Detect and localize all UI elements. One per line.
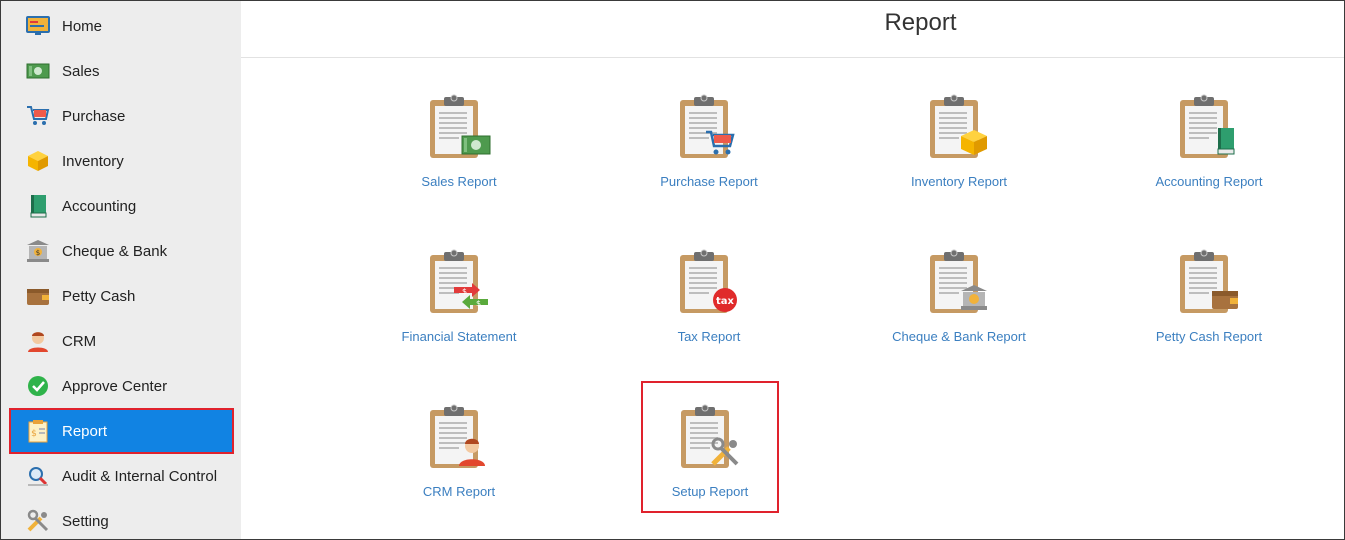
accounting-report-icon — [1174, 92, 1235, 162]
petty-cash-report-tile[interactable]: Petty Cash Report — [1142, 239, 1276, 365]
financial-statement-icon: $$ — [424, 247, 488, 317]
tools-icon — [25, 508, 51, 534]
sidebar-item-cheque-bank[interactable]: $ Cheque & Bank — [11, 230, 232, 272]
setup-report-tile[interactable]: Setup Report — [641, 381, 779, 513]
sidebar-item-label: Approve Center — [62, 377, 168, 395]
petty-cash-report-icon — [1174, 247, 1238, 317]
sidebar-item-label: Home — [62, 17, 103, 35]
page-title: Report — [884, 9, 957, 36]
home-icon — [25, 13, 51, 39]
svg-text:$: $ — [36, 249, 40, 257]
cheque-bank-report-tile[interactable]: Cheque & Bank Report — [892, 239, 1026, 365]
sidebar-item-label: Inventory — [62, 152, 124, 170]
sidebar-item-home[interactable]: Home — [11, 5, 232, 47]
sidebar-item-sales[interactable]: Sales — [11, 50, 232, 92]
purchase-report-icon — [674, 92, 735, 162]
svg-text:$: $ — [462, 287, 467, 296]
sidebar-item-label: Petty Cash — [62, 287, 136, 305]
tax-report-icon: tax — [674, 247, 737, 317]
sidebar-item-crm[interactable]: CRM — [11, 320, 232, 362]
money-badge-icon — [461, 135, 491, 155]
tile-label: Purchase Report — [660, 174, 758, 189]
cart-icon — [25, 103, 51, 129]
svg-text:$: $ — [31, 429, 37, 439]
sidebar-item-label: Accounting — [62, 197, 137, 215]
tile-label: Cheque & Bank Report — [892, 329, 1026, 344]
wallet-icon — [25, 283, 51, 309]
sidebar-item-label: Purchase — [62, 107, 126, 125]
sidebar-item-audit[interactable]: Audit & Internal Control — [11, 455, 232, 497]
tile-label: Tax Report — [677, 329, 741, 344]
tile-label: Sales Report — [421, 174, 497, 189]
purchase-report-tile[interactable]: Purchase Report — [642, 84, 776, 210]
sales-report-icon — [424, 92, 491, 162]
check-circle-icon — [25, 373, 51, 399]
tile-label: CRM Report — [422, 484, 496, 499]
inventory-report-tile[interactable]: Inventory Report — [892, 84, 1026, 210]
tax-badge-icon: tax — [713, 288, 737, 312]
person-icon — [25, 328, 51, 354]
sidebar-item-report[interactable]: $ Report — [9, 408, 234, 454]
money-icon — [25, 58, 51, 84]
sidebar-item-accounting[interactable]: Accounting — [11, 185, 232, 227]
sidebar-item-inventory[interactable]: Inventory — [11, 140, 232, 182]
book-icon — [25, 193, 51, 219]
svg-text:$: $ — [476, 299, 481, 308]
sidebar-item-setting[interactable]: Setting — [11, 500, 232, 540]
inventory-report-icon — [924, 92, 987, 162]
sidebar-item-purchase[interactable]: Purchase — [11, 95, 232, 137]
wallet-badge-icon — [1212, 291, 1238, 309]
sidebar-item-label: Audit & Internal Control — [62, 467, 218, 485]
page-header: Report — [241, 1, 1344, 58]
tile-label: Petty Cash Report — [1155, 329, 1263, 344]
crm-report-icon — [424, 402, 485, 472]
sidebar-item-label: Sales — [62, 62, 100, 80]
sidebar-item-label: Setting — [62, 512, 109, 530]
cheque-bank-report-icon — [924, 247, 987, 317]
sidebar-item-approve-center[interactable]: Approve Center — [11, 365, 232, 407]
report-icon: $ — [25, 418, 51, 444]
box-icon — [25, 148, 51, 174]
svg-text:tax: tax — [716, 296, 735, 307]
accounting-report-tile[interactable]: Accounting Report — [1142, 84, 1276, 210]
bank-icon: $ — [25, 238, 51, 264]
sidebar-item-label: Report — [62, 422, 108, 440]
tile-label: Financial Statement — [401, 329, 517, 344]
financial-statement-tile[interactable]: $ $ Financial Statement — [392, 239, 526, 365]
tile-label: Inventory Report — [910, 174, 1008, 189]
tile-label: Setup Report — [671, 484, 749, 499]
sidebar-item-label: Cheque & Bank — [62, 242, 168, 260]
tile-label: Accounting Report — [1155, 174, 1263, 189]
setup-report-icon — [675, 402, 739, 472]
book-badge-icon — [1217, 128, 1235, 155]
sidebar: Home Sales Purchase Inventory Accounting… — [1, 1, 241, 539]
sales-report-tile[interactable]: Sales Report — [392, 84, 526, 210]
sidebar-item-label: CRM — [62, 332, 97, 350]
sidebar-item-petty-cash[interactable]: Petty Cash — [11, 275, 232, 317]
crm-report-tile[interactable]: CRM Report — [392, 394, 526, 520]
magnifier-icon — [25, 463, 51, 489]
tax-report-tile[interactable]: tax Tax Report — [642, 239, 776, 365]
